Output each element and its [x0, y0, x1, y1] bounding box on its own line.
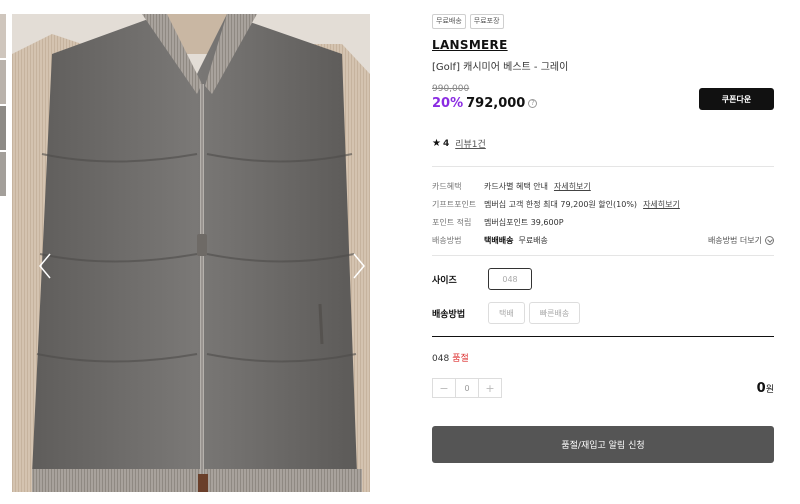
- shipping-more-button[interactable]: 배송방법 더보기: [708, 235, 774, 246]
- card-benefit-row: 카드혜택 카드사별 혜택 안내 자세히보기: [432, 177, 774, 195]
- gift-point-label: 기프트포인트: [432, 199, 477, 209]
- thumbnail[interactable]: [0, 152, 6, 196]
- rating-row: ★ 4 리뷰1건: [432, 137, 774, 150]
- decrease-quantity-button[interactable]: −: [433, 379, 455, 397]
- thumbnail[interactable]: [0, 106, 6, 150]
- next-image-arrow-icon[interactable]: [352, 252, 366, 280]
- divider: [432, 166, 774, 167]
- total-amount: 0: [756, 380, 766, 396]
- product-name: [Golf] 캐시미어 베스트 - 그레이: [432, 62, 569, 73]
- prev-image-arrow-icon[interactable]: [38, 252, 52, 280]
- quantity-value[interactable]: 0: [455, 379, 479, 397]
- product-info: 무료배송 무료포장 LANSMERE [Golf] 캐시미어 베스트 - 그레이…: [432, 14, 774, 463]
- discount-rate: 20%: [432, 95, 464, 111]
- brand-link[interactable]: LANSMERE: [432, 38, 774, 52]
- delivery-option-parcel[interactable]: 택배: [488, 302, 525, 324]
- point-row: 포인트 적립 멤버십포인트 39,600P: [432, 213, 774, 231]
- delivery-option-row: 배송방법 택배 빠른배송: [432, 302, 774, 324]
- divider: [432, 255, 774, 256]
- point-value: 멤버십포인트 39,600P: [484, 217, 564, 227]
- increase-quantity-button[interactable]: +: [479, 379, 501, 397]
- thumbnail-strip: [0, 14, 6, 198]
- free-wrapping-badge: 무료포장: [469, 14, 504, 29]
- size-option-row: 사이즈 048: [432, 268, 774, 290]
- sale-price: 792,000: [466, 95, 526, 111]
- gift-point-row: 기프트포인트 멤버십 고객 한정 최대 79,200원 할인(10%) 자세히보…: [432, 195, 774, 213]
- price-info-icon[interactable]: ?: [528, 98, 538, 108]
- vest-illustration: [12, 14, 370, 492]
- divider: [432, 336, 774, 337]
- selected-item-size: 048: [432, 354, 450, 364]
- free-shipping-badge: 무료배송: [432, 14, 466, 29]
- review-count-link[interactable]: 리뷰1건: [455, 137, 486, 150]
- card-benefit-detail-link[interactable]: 자세히보기: [554, 181, 591, 192]
- thumbnail[interactable]: [0, 60, 6, 104]
- delivery-option-express[interactable]: 빠른배송: [528, 302, 581, 324]
- badge-group: 무료배송 무료포장: [432, 14, 774, 29]
- delivery-label: 배송방법: [432, 309, 466, 320]
- benefits-list: 카드혜택 카드사별 혜택 안내 자세히보기 기프트포인트 멤버십 고객 한정 최…: [432, 177, 774, 249]
- size-option-048[interactable]: 048: [488, 268, 532, 290]
- gift-point-detail-link[interactable]: 자세히보기: [643, 199, 680, 210]
- quantity-row: − 0 + 0원: [432, 378, 774, 398]
- product-image: [12, 14, 370, 492]
- card-benefit-value: 카드사별 혜택 안내: [484, 181, 548, 191]
- total-price: 0원: [757, 381, 774, 396]
- star-icon: ★: [432, 138, 441, 149]
- selected-item: 048 품절: [432, 351, 774, 364]
- shipping-row: 배송방법 택배배송 무료배송 배송방법 더보기: [432, 231, 774, 249]
- shipping-method: 택배배송: [484, 235, 514, 245]
- size-label: 사이즈: [432, 275, 457, 286]
- chevron-down-circle-icon: [765, 235, 774, 245]
- shipping-more-label: 배송방법 더보기: [707, 235, 762, 245]
- total-unit: 원: [765, 384, 774, 395]
- rating-score: 4: [442, 138, 450, 149]
- point-label: 포인트 적립: [432, 217, 472, 227]
- card-benefit-label: 카드혜택: [432, 181, 462, 191]
- soldout-status: 품절: [452, 354, 469, 364]
- shipping-fee: 무료배송: [518, 235, 548, 245]
- coupon-download-button[interactable]: 쿠폰다운: [699, 88, 774, 110]
- gift-point-value: 멤버십 고객 한정 최대 79,200원 할인(10%): [484, 199, 638, 209]
- restock-notify-button[interactable]: 품절/재입고 알림 신청: [432, 426, 774, 463]
- thumbnail[interactable]: [0, 14, 6, 58]
- shipping-label: 배송방법: [432, 235, 462, 245]
- quantity-stepper: − 0 +: [432, 378, 502, 398]
